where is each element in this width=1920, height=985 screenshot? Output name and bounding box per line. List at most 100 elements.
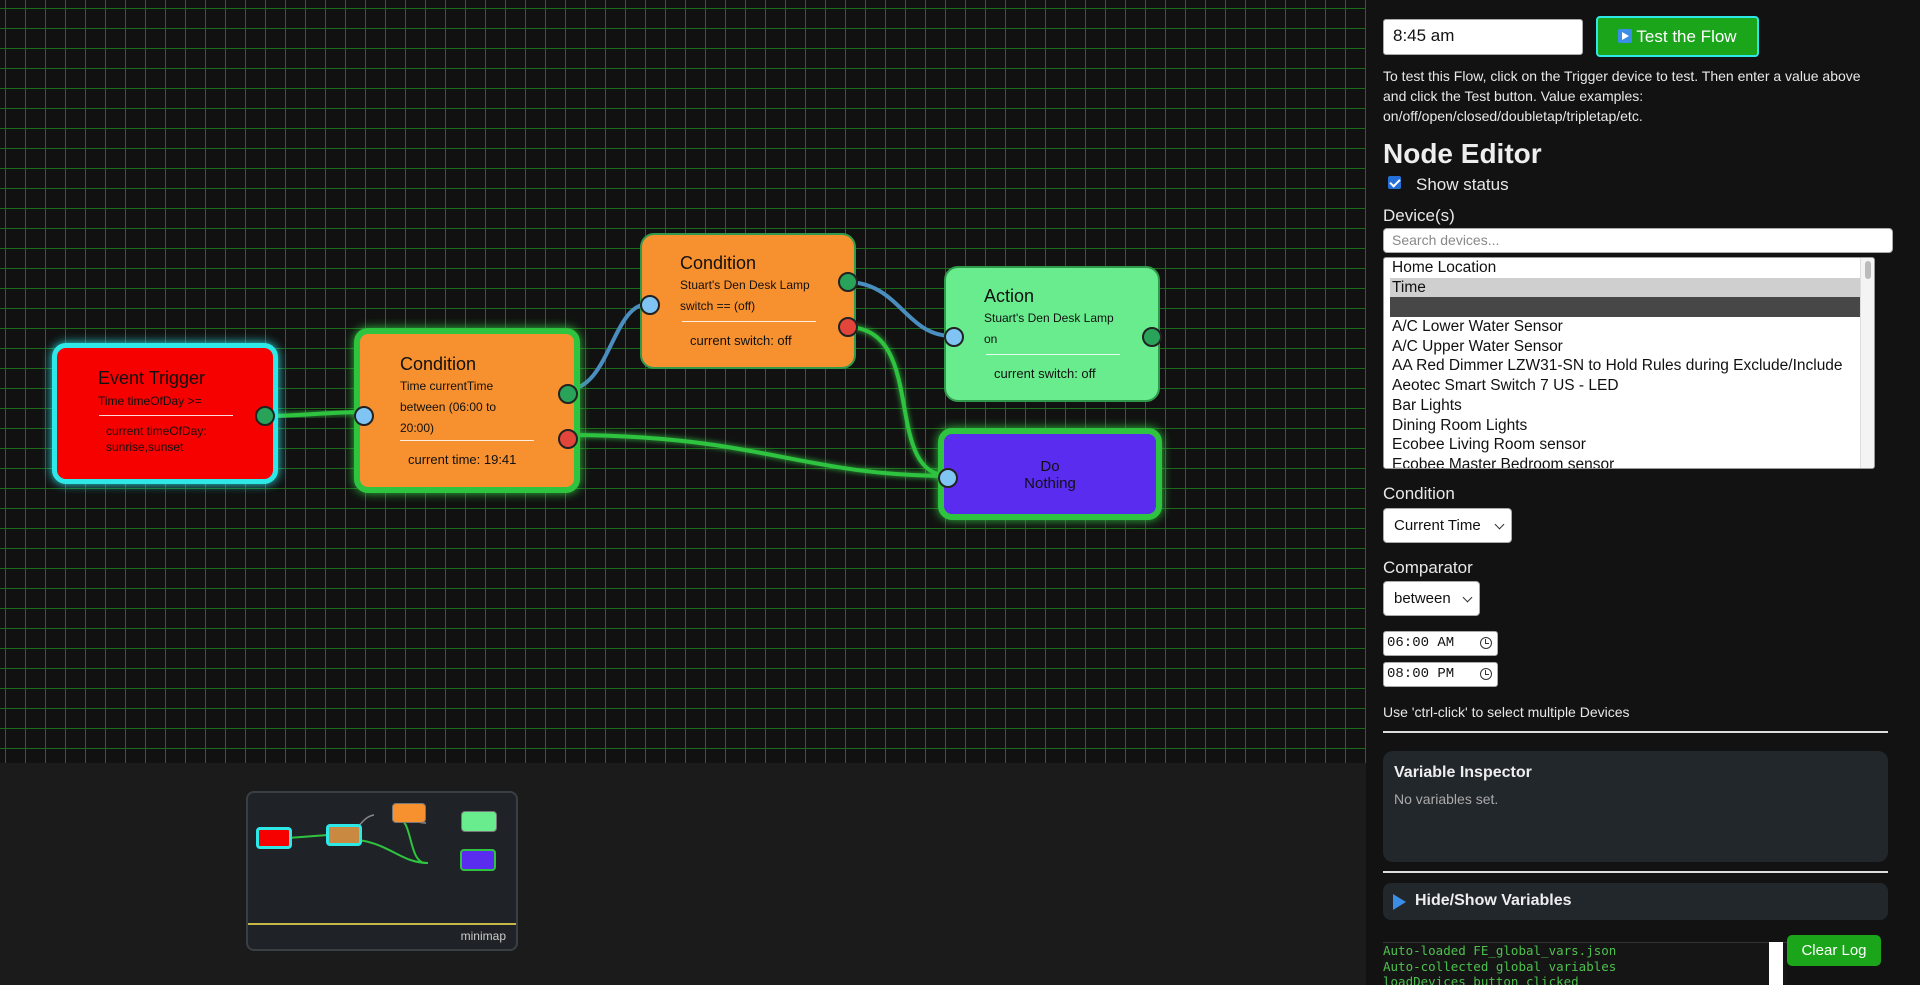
device-option[interactable]: Bar Lights (1384, 396, 1874, 416)
hide-show-variables-toggle[interactable]: Hide/Show Variables (1383, 883, 1888, 920)
action-node-lamp-on[interactable]: Action Stuart's Den Desk Lamp on current… (944, 266, 1162, 402)
comparator-label: Comparator (1383, 558, 1473, 577)
variable-inspector: Variable Inspector No variables set. (1383, 751, 1888, 862)
hide-show-variables-label: Hide/Show Variables (1415, 892, 1572, 909)
minimap-viewport-line (248, 923, 516, 925)
false-output-port[interactable] (838, 317, 858, 337)
node-title: Action (984, 286, 1035, 306)
chevron-down-icon (1462, 592, 1473, 603)
input-port[interactable] (354, 406, 374, 426)
true-output-port[interactable] (558, 384, 578, 404)
expand-triangle-icon (1393, 894, 1406, 910)
device-list-scrollbar[interactable] (1860, 258, 1874, 468)
wire-trigger-to-condition (264, 410, 367, 418)
condition-select-value: Current Time (1394, 517, 1481, 534)
device-option[interactable]: Ecobee Master Bedroom sensor (1384, 455, 1874, 468)
comparator-select-value: between (1394, 590, 1451, 607)
event-trigger-node[interactable]: Event Trigger Time timeOfDay >= current … (52, 343, 278, 484)
time-to-input[interactable]: 08:00 PM (1383, 662, 1498, 687)
input-port[interactable] (938, 468, 958, 488)
condition-label: Condition (1383, 484, 1455, 503)
device-option[interactable]: Ecobee Living Room sensor (1384, 435, 1874, 455)
condition-node-time[interactable]: Condition Time currentTime between (06:0… (354, 328, 580, 493)
node-status: current switch: off (994, 366, 1096, 381)
time-to-value: 08:00 PM (1387, 666, 1455, 682)
node-divider (682, 321, 816, 322)
play-icon (1618, 29, 1633, 43)
device-search-input[interactable]: Search devices... (1383, 228, 1893, 253)
minimap-condition-node (326, 824, 362, 846)
wire-condition2-true-to-action (845, 280, 953, 338)
minimap-trigger-node (256, 827, 292, 849)
minimap-condition2-node (392, 803, 426, 823)
node-editor-panel: 8:45 am Test the Flow To test this Flow,… (1366, 0, 1920, 985)
clear-log-button[interactable]: Clear Log (1787, 935, 1881, 966)
show-status-label: Show status (1416, 175, 1509, 194)
output-port[interactable] (255, 406, 275, 426)
show-status-checkbox[interactable] (1388, 176, 1401, 189)
do-nothing-node[interactable]: Do Nothing (938, 428, 1162, 520)
test-help-text: To test this Flow, click on the Trigger … (1383, 68, 1861, 124)
device-option[interactable]: Dining Room Lights (1384, 416, 1874, 436)
test-flow-label: Test the Flow (1636, 27, 1737, 46)
divider (1383, 871, 1888, 873)
scrollbar-thumb[interactable] (1865, 261, 1871, 279)
node-title: Condition (400, 354, 477, 374)
minimap-nothing-node (460, 849, 496, 871)
minimap-label: minimap (460, 929, 506, 943)
node-subtitle: Stuart's Den Desk Lamp on (984, 311, 1114, 346)
variable-inspector-empty: No variables set. (1394, 791, 1499, 807)
device-option[interactable]: A/C Upper Water Sensor (1384, 337, 1874, 357)
flow-canvas[interactable]: Event Trigger Time timeOfDay >= current … (0, 0, 1366, 763)
device-option-selected[interactable]: Time (1390, 277, 1868, 298)
log-line: loadDevices button clicked (1383, 974, 1579, 985)
true-output-port[interactable] (838, 272, 858, 292)
device-option-separator[interactable] (1390, 297, 1868, 318)
node-subtitle: Time timeOfDay >= (98, 394, 202, 408)
input-port[interactable] (640, 295, 660, 315)
variable-inspector-title: Variable Inspector (1394, 764, 1532, 781)
node-subtitle: Time currentTime between (06:00 to 20:00… (400, 379, 497, 435)
node-status: current timeOfDay: sunrise,sunset (106, 424, 207, 454)
canvas-footer (0, 763, 1366, 985)
node-title: Event Trigger (98, 368, 206, 388)
log-output[interactable]: Auto-loaded FE_global_vars.json Auto-col… (1383, 942, 1787, 985)
log-line: Auto-collected global variables (1383, 958, 1617, 974)
chevron-down-icon (1494, 519, 1505, 530)
node-divider (99, 415, 233, 416)
wire-condition-false-to-nothing (565, 433, 951, 478)
input-port[interactable] (944, 327, 964, 347)
minimap[interactable]: minimap (246, 791, 518, 951)
node-divider (986, 354, 1120, 355)
node-title: Do Nothing (1024, 458, 1076, 492)
test-value-input[interactable]: 8:45 am (1383, 19, 1583, 55)
node-editor-title: Node Editor (1383, 138, 1542, 169)
node-subtitle: Stuart's Den Desk Lamp switch == (off) (680, 278, 810, 313)
clock-icon[interactable] (1480, 668, 1492, 680)
minimap-action-node (461, 811, 497, 832)
devices-label: Device(s) (1383, 206, 1455, 225)
device-option[interactable]: A/C Lower Water Sensor (1384, 317, 1874, 337)
output-port[interactable] (1142, 327, 1162, 347)
node-divider (400, 440, 534, 441)
log-line: Auto-loaded FE_global_vars.json (1383, 943, 1617, 958)
device-option[interactable]: Home Location (1384, 258, 1874, 278)
wire-condition2-false-to-nothing (845, 325, 951, 478)
device-option[interactable]: Aeotec Smart Switch 7 US - LED (1384, 376, 1874, 396)
clock-icon[interactable] (1480, 637, 1492, 649)
device-list[interactable]: Home Location Time A/C Lower Water Senso… (1383, 257, 1875, 469)
time-from-value: 06:00 AM (1387, 635, 1455, 651)
node-status: current switch: off (690, 333, 792, 348)
multi-select-hint: Use 'ctrl-click' to select multiple Devi… (1383, 704, 1630, 720)
node-status: current time: 19:41 (408, 452, 517, 467)
test-flow-button[interactable]: Test the Flow (1596, 16, 1759, 57)
false-output-port[interactable] (558, 429, 578, 449)
comparator-select[interactable]: between (1383, 581, 1480, 616)
condition-select[interactable]: Current Time (1383, 508, 1512, 543)
log-scrollbar[interactable] (1769, 942, 1783, 985)
time-from-input[interactable]: 06:00 AM (1383, 631, 1498, 656)
condition-node-lamp[interactable]: Condition Stuart's Den Desk Lamp switch … (640, 233, 858, 369)
divider (1383, 731, 1888, 733)
node-title: Condition (680, 253, 757, 273)
device-option[interactable]: AA Red Dimmer LZW31-SN to Hold Rules dur… (1384, 356, 1874, 376)
